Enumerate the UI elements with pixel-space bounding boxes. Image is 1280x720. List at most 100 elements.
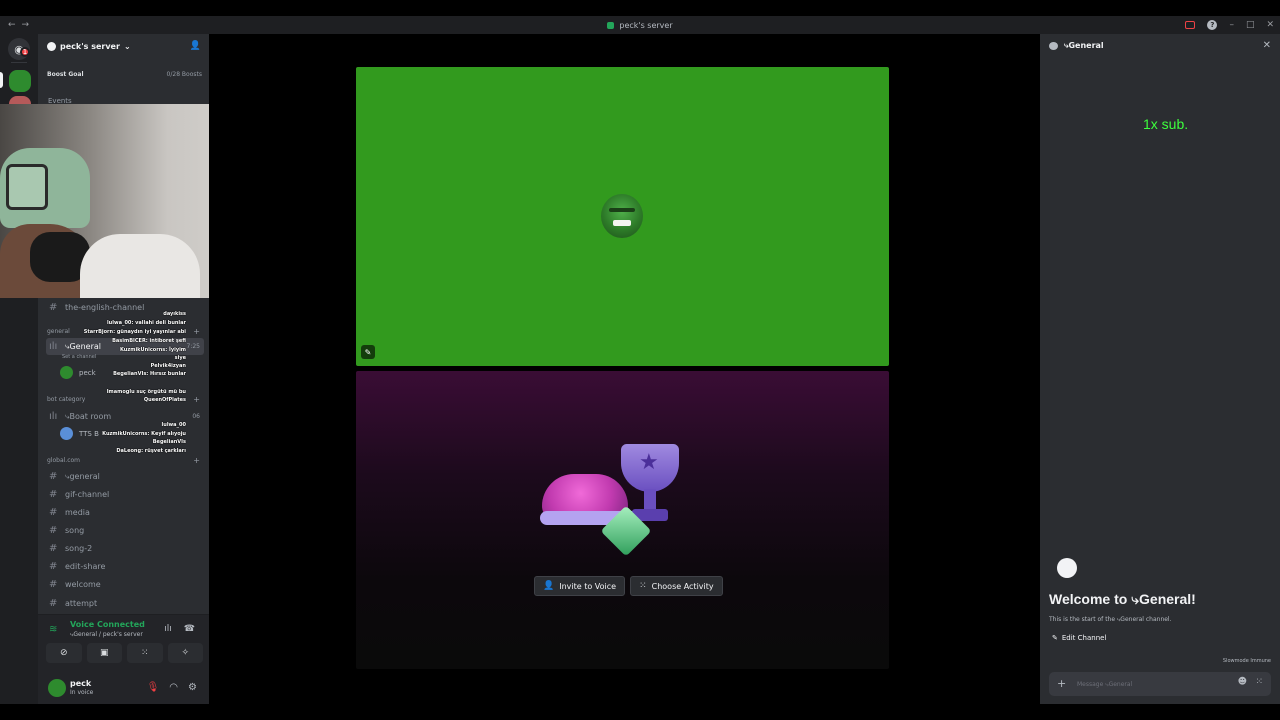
screen-share-button[interactable]: ▣ — [86, 643, 122, 663]
window-titlebar: ← → peck's server ? – □ ✕ — [0, 16, 1280, 34]
user-name: peck — [70, 679, 92, 688]
server-header[interactable]: peck's server ⌄ 👤 — [38, 34, 209, 58]
chat-line: QueenOfPlates — [143, 397, 186, 403]
activity-tile: ★ 👤 Invite to Voice ⁙ Choose Activity — [356, 371, 889, 669]
user-state: In voice — [70, 689, 94, 696]
welcome-heading: Welcome to ⤷General! — [1049, 591, 1196, 607]
chat-bubble-icon — [1049, 42, 1058, 50]
invite-label: Invite to Voice — [559, 581, 617, 591]
channel-label: gif-channel — [65, 490, 110, 499]
add-channel-icon[interactable]: + — [193, 327, 200, 336]
hash-icon: # — [49, 471, 58, 482]
channel-media[interactable]: # media — [46, 504, 204, 521]
boost-count: 0/28 Boosts — [166, 71, 202, 78]
webcam-cap-patch — [6, 164, 48, 210]
channel-label: ⤷general — [65, 471, 100, 481]
chat-line: Imamoglu suç örgütü mü bu — [106, 389, 186, 395]
soundboard-button[interactable]: ✧ — [167, 643, 203, 663]
hash-icon: # — [49, 489, 58, 500]
hash-icon: # — [49, 561, 58, 572]
channel-attempt[interactable]: # attempt — [46, 595, 204, 612]
boost-goal-bar[interactable]: Boost Goal 0/28 Boosts — [47, 67, 202, 82]
emoji-icon[interactable]: ☻ — [1238, 677, 1247, 687]
guild-icon-pecks-server[interactable] — [9, 70, 31, 92]
minimize-button[interactable]: – — [1229, 20, 1234, 30]
channel-gif-channel[interactable]: # gif-channel — [46, 486, 204, 503]
hash-icon: # — [49, 525, 58, 536]
maximize-button[interactable]: □ — [1246, 20, 1255, 30]
voice-connection-panel: ≋ Voice Connected ⤷General / peck's serv… — [38, 614, 209, 704]
voice-buttons: ⊘ ▣ ⁙ ✧ — [46, 643, 203, 663]
hash-icon: # — [49, 598, 58, 609]
stream-chat-overlay: dayıkiss lulwa_00: vallahi deli bunlar S… — [0, 296, 186, 466]
chat-line: BasimBICER: intiboret şefi — [112, 338, 186, 344]
edit-channel-label: Edit Channel — [1061, 634, 1107, 642]
window-title-text: peck's server — [619, 20, 673, 30]
user-count: 06 — [192, 413, 200, 420]
message-input[interactable] — [1077, 677, 1227, 691]
channel-song-2[interactable]: # song-2 — [46, 540, 204, 557]
voice-status[interactable]: Voice Connected — [70, 620, 145, 629]
boost-goal-label: Boost Goal — [47, 71, 84, 78]
activity-label: Choose Activity — [651, 581, 714, 591]
server-icon — [607, 21, 615, 29]
noise-suppression-icon[interactable]: ılı — [164, 624, 172, 634]
edit-channel-button[interactable]: ✎ Edit Channel — [1052, 634, 1106, 642]
activities-button[interactable]: ⁙ — [127, 643, 163, 663]
participant-tile-peck[interactable]: ✎ — [356, 67, 889, 366]
chat-title: ⤷General — [1064, 41, 1104, 50]
camera-off-button[interactable]: ⊘ — [46, 643, 82, 663]
channel-label: media — [65, 508, 90, 517]
attach-plus-icon[interactable]: + — [1057, 677, 1066, 690]
webcam-shirt — [80, 234, 200, 298]
user-avatar[interactable] — [48, 679, 66, 697]
avatar-brow — [609, 208, 635, 212]
mic-muted-icon[interactable]: 🎙 — [147, 682, 160, 693]
hash-icon: # — [49, 507, 58, 518]
server-name: peck's server — [60, 41, 120, 51]
voice-stage: ✎ ★ 👤 Invite to Voice ⁙ Choose Activity — [209, 34, 1037, 704]
hash-icon: # — [49, 579, 58, 590]
close-icon[interactable]: ✕ — [1263, 40, 1271, 51]
disconnect-icon[interactable]: ☎ — [184, 624, 195, 634]
gear-icon[interactable]: ⚙ — [188, 682, 197, 693]
inbox-icon[interactable] — [1185, 21, 1196, 29]
chat-line: lulwa_00 — [161, 422, 186, 428]
channel-label: attempt — [65, 599, 98, 608]
channel-welcome[interactable]: # welcome — [46, 576, 204, 593]
close-window-button[interactable]: ✕ — [1266, 20, 1274, 30]
active-guild-pill — [0, 72, 3, 88]
channel-label: edit-share — [65, 562, 106, 571]
apps-icon[interactable]: ⁙ — [1255, 677, 1263, 687]
channel-label: song — [65, 526, 85, 535]
invite-to-voice-button[interactable]: 👤 Invite to Voice — [534, 576, 626, 596]
add-channel-icon[interactable]: + — [193, 395, 200, 404]
choose-activity-button[interactable]: ⁙ Choose Activity — [630, 576, 723, 596]
invite-people-icon[interactable]: 👤 — [190, 41, 201, 51]
chat-line: KuzmikUnicorns: Keyif alıyoju — [102, 431, 186, 437]
channel-label: song-2 — [65, 544, 93, 553]
chat-line: StarrBjorn: günaydın iyi yayınlar abi — [83, 329, 186, 335]
channel-start-text: This is the start of the ⤷General channe… — [1049, 616, 1172, 623]
chevron-down-icon: ⌄ — [123, 41, 131, 51]
help-icon[interactable]: ? — [1207, 20, 1218, 30]
voice-timer: 7:25 — [186, 343, 200, 350]
headphones-icon[interactable]: ◠ — [169, 682, 178, 693]
signal-icon[interactable]: ≋ — [49, 624, 57, 635]
add-channel-icon[interactable]: + — [193, 456, 200, 465]
chat-line: BegelianVIs — [152, 439, 186, 445]
slowmode-status: Slowmode Immune — [1222, 658, 1271, 664]
voice-location[interactable]: ⤷General / peck's server — [70, 631, 143, 639]
text-chat-panel: ⤷General ✕ 1x sub. Welcome to ⤷General! … — [1040, 34, 1280, 704]
activity-buttons: 👤 Invite to Voice ⁙ Choose Activity — [534, 576, 723, 596]
channel-general[interactable]: # ⤷general — [46, 468, 204, 485]
add-user-icon: 👤 — [543, 581, 555, 591]
star-icon: ★ — [639, 450, 659, 475]
channel-song[interactable]: # song — [46, 522, 204, 539]
user-controls: 🎙 ◠ ⚙ — [147, 682, 197, 693]
chat-header: ⤷General — [1040, 34, 1280, 58]
channel-edit-share[interactable]: # edit-share — [46, 558, 204, 575]
chat-line: siye — [174, 355, 186, 361]
pencil-icon: ✎ — [1052, 634, 1058, 642]
channel-label: welcome — [65, 580, 101, 589]
